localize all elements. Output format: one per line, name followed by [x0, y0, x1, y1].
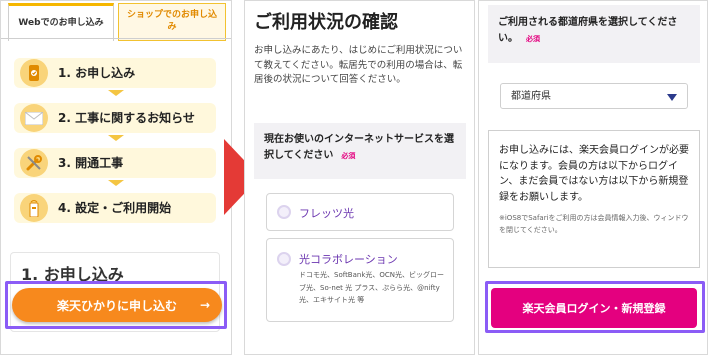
question-text: ご利用される都道府県を選択してください。	[498, 17, 678, 44]
tab-shop-application[interactable]: ショップでのお申し込み	[118, 3, 226, 41]
required-badge: 必須	[341, 152, 356, 160]
question-text: 現在お使いのインターネットサービスを選択してください	[264, 134, 454, 161]
question-card: ご利用される都道府県を選択してください。 必須	[488, 5, 700, 63]
screen-usage-status: ご利用状況の確認 お申し込みにあたり、はじめにご利用状況について教えてください。…	[244, 0, 475, 355]
option-label: フレッツ光	[299, 207, 354, 220]
option-description: ドコモ光、SoftBank光、OCN光、ビッグローブ光、So-net 光 プラス…	[299, 271, 445, 305]
prefecture-select[interactable]: 都道府県	[500, 83, 688, 109]
radio-button[interactable]	[277, 205, 291, 219]
page-title: ご利用状況の確認	[254, 12, 398, 33]
option-label: 光コラボレーション	[299, 253, 398, 266]
envelope-icon	[20, 104, 48, 132]
application-tabs: Webでのお申し込み ショップでのお申し込み	[8, 3, 226, 41]
tools-icon	[20, 149, 48, 177]
step-application: 1. お申し込み	[14, 58, 216, 88]
question-card: 現在お使いのインターネットサービスを選択してください 必須	[254, 123, 466, 179]
step-construction-notice: 2. 工事に関するお知らせ	[14, 103, 216, 133]
step-label: 2. 工事に関するお知らせ	[58, 111, 195, 125]
caret-down-icon	[667, 94, 677, 101]
login-info-box: お申し込みには、楽天会員ログインが必要になります。会員の方は以下からログイン、ま…	[488, 130, 700, 268]
smartphone-icon	[20, 59, 48, 87]
tab-divider	[0, 38, 232, 39]
apply-button-label: 楽天ひかりに申し込む	[56, 298, 177, 313]
step-installation: 3. 開通工事	[14, 148, 216, 178]
login-button-label: 楽天会員ログイン・新規登録	[522, 302, 666, 315]
chevron-down-icon	[108, 90, 124, 96]
screen-prefecture-login: ご利用される都道府県を選択してください。 必須 都道府県 お申し込みには、楽天会員…	[478, 0, 708, 355]
step-label: 3. 開通工事	[58, 156, 124, 170]
select-value: 都道府県	[511, 91, 551, 102]
chevron-down-icon	[108, 135, 124, 141]
chevron-down-icon	[108, 180, 124, 186]
option-hikari-collaboration[interactable]: 光コラボレーション ドコモ光、SoftBank光、OCN光、ビッグローブ光、So…	[266, 238, 454, 322]
radio-button[interactable]	[277, 252, 291, 266]
required-badge: 必須	[526, 35, 540, 43]
ios-note: ※iOS8でSafariをご利用の方は会員情報入力後、ウィンドウを閉じてください…	[499, 214, 689, 234]
option-flets-hikari[interactable]: フレッツ光	[266, 193, 454, 231]
step-label: 1. お申し込み	[58, 66, 136, 80]
login-info-text: お申し込みには、楽天会員ログインが必要になります。会員の方は以下からログイン、ま…	[499, 145, 689, 203]
screen-application-steps: Webでのお申し込み ショップでのお申し込み 1. お申し込み 2. 工事に関す…	[0, 0, 232, 355]
rakuten-login-register-button[interactable]: 楽天会員ログイン・新規登録	[491, 288, 697, 328]
apply-rakuten-hikari-button[interactable]: 楽天ひかりに申し込む →	[12, 288, 222, 322]
step-label: 4. 設定・ご利用開始	[58, 201, 172, 215]
router-icon	[20, 194, 48, 222]
arrow-right-icon: →	[199, 298, 210, 312]
step-setup-start: 4. 設定・ご利用開始	[14, 193, 216, 223]
page-description: お申し込みにあたり、はじめにご利用状況について教えてください。転居先での利用の場…	[254, 45, 463, 86]
tab-web-application[interactable]: Webでのお申し込み	[8, 3, 114, 41]
